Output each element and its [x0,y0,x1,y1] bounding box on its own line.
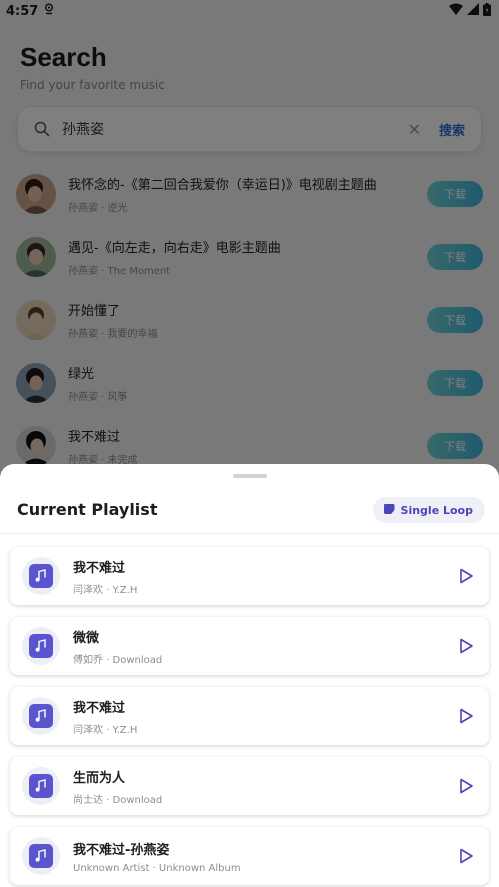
track-text: 我不难过 闫泽欢 · Y.Z.H [73,557,457,596]
single-loop-button[interactable]: Single Loop [372,497,485,523]
playlist-item[interactable]: 生而为人 尚士达 · Download [10,757,489,815]
playlist-item[interactable]: 我不难过-孙燕姿 Unknown Artist · Unknown Album [10,827,489,885]
track-title: 我不难过 [73,560,126,576]
track-artwork [22,767,60,805]
drag-handle[interactable] [233,474,267,478]
music-note-icon [29,634,53,658]
play-icon[interactable] [457,777,475,795]
playlist-item[interactable]: 我不难过 闫泽欢 · Y.Z.H [10,547,489,605]
track-title: 我不难过 [73,700,126,716]
play-icon[interactable] [457,707,475,725]
track-text: 我不难过-孙燕姿 Unknown Artist · Unknown Album [73,839,457,874]
play-icon[interactable] [457,567,475,585]
track-subtitle: 傅如乔 · Download [73,654,163,666]
track-subtitle: Unknown Artist · Unknown Album [73,862,241,874]
track-title: 我不难过-孙燕姿 [73,842,170,858]
music-note-icon [29,844,53,868]
track-title: 生而为人 [73,770,126,786]
single-loop-label: Single Loop [400,503,473,517]
music-note-icon [29,564,53,588]
play-icon[interactable] [457,847,475,865]
track-text: 微微 傅如乔 · Download [73,627,457,666]
track-subtitle: 闫泽欢 · Y.Z.H [73,584,138,596]
music-note-icon [29,704,53,728]
track-text: 生而为人 尚士达 · Download [73,767,457,806]
track-artwork [22,557,60,595]
track-text: 我不难过 闫泽欢 · Y.Z.H [73,697,457,736]
track-title: 微微 [73,630,100,646]
music-note-icon [29,774,53,798]
track-subtitle: 尚士达 · Download [73,794,163,806]
sheet-divider [0,533,499,534]
repeat-one-icon [383,503,395,518]
sheet-title: Current Playlist [17,500,158,519]
playlist-sheet: Current Playlist Single Loop 我不难过 闫泽欢 · … [0,464,499,887]
track-artwork [22,697,60,735]
track-artwork [22,837,60,875]
playlist-item[interactable]: 微微 傅如乔 · Download [10,617,489,675]
playlist-item[interactable]: 我不难过 闫泽欢 · Y.Z.H [10,687,489,745]
play-icon[interactable] [457,637,475,655]
track-subtitle: 闫泽欢 · Y.Z.H [73,724,138,736]
track-artwork [22,627,60,665]
